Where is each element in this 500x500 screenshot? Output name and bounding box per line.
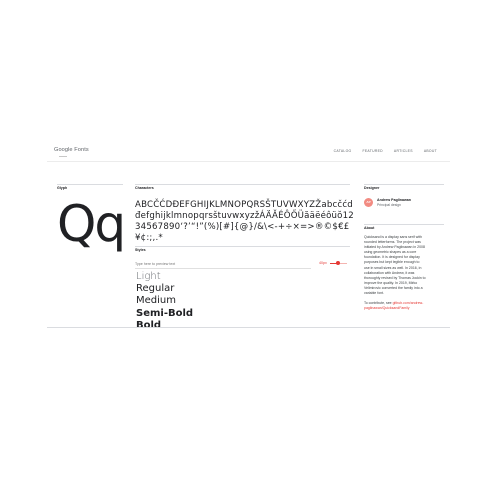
about-label: About (364, 226, 375, 230)
style-list: Light Regular Medium Semi-Bold Bold (136, 271, 193, 332)
characters-label: Characters (135, 186, 154, 190)
font-size-label: 40px (319, 261, 327, 265)
nav-about[interactable]: ABOUT (424, 149, 437, 153)
characters-divider (135, 184, 350, 185)
glyph-divider (57, 184, 123, 185)
characters-panel: Characters ABCČĆDĐEFGHIJKLMNOPQRSŠTUVWXY… (135, 186, 354, 243)
styles-divider (135, 246, 350, 247)
google-fonts-logo[interactable]: Google Fonts (54, 147, 89, 153)
character-set: ABCČĆDĐEFGHIJKLMNOPQRSŠTUVWXYZŽabcčćdđef… (135, 200, 354, 243)
designer-name: Andrew Paglinawan (377, 198, 411, 202)
about-description: Quicksand is a display sans serif with r… (364, 235, 426, 296)
styles-panel: Styles 40px Light Regular Medium Semi-Bo… (135, 248, 350, 331)
style-medium[interactable]: Medium (136, 295, 193, 307)
contribute-prefix: To contribute, see (364, 301, 393, 306)
font-size-slider-thumb[interactable] (336, 261, 340, 265)
about-contribute: To contribute, see github.com/andrew-pag… (364, 301, 426, 311)
header-divider-mark (59, 156, 67, 157)
glyph-sample: Qq (57, 195, 126, 253)
style-bold[interactable]: Bold (136, 320, 193, 332)
about-divider (364, 224, 444, 225)
nav-featured[interactable]: FEATURED (362, 149, 382, 153)
preview-input-underline (135, 268, 311, 269)
styles-label: Styles (135, 248, 146, 252)
glyph-label: Glyph (57, 186, 68, 190)
nav-catalog[interactable]: CATALOG (334, 149, 352, 153)
footer-divider (47, 327, 450, 328)
about-panel: About Quicksand is a display sans serif … (364, 226, 444, 310)
top-app-bar: Google Fonts CATALOG FEATURED ARTICLES A… (47, 141, 450, 162)
nav-articles[interactable]: ARTICLES (394, 149, 413, 153)
glyph-panel: Glyph Qq (57, 186, 126, 328)
top-nav: CATALOG FEATURED ARTICLES ABOUT (334, 149, 437, 153)
designer-avatar: AP (364, 198, 373, 207)
style-semi-bold[interactable]: Semi-Bold (136, 308, 193, 320)
preview-text-input[interactable] (135, 262, 315, 266)
style-regular[interactable]: Regular (136, 283, 193, 295)
about-text: Quicksand is a display sans serif with r… (364, 235, 426, 316)
designer-divider (364, 184, 444, 185)
designer-panel: Designer AP Andrew Paglinawan Principal … (364, 186, 444, 207)
designer-role: Principal design (377, 203, 401, 207)
designer-label: Designer (364, 186, 380, 190)
style-light[interactable]: Light (136, 271, 193, 283)
